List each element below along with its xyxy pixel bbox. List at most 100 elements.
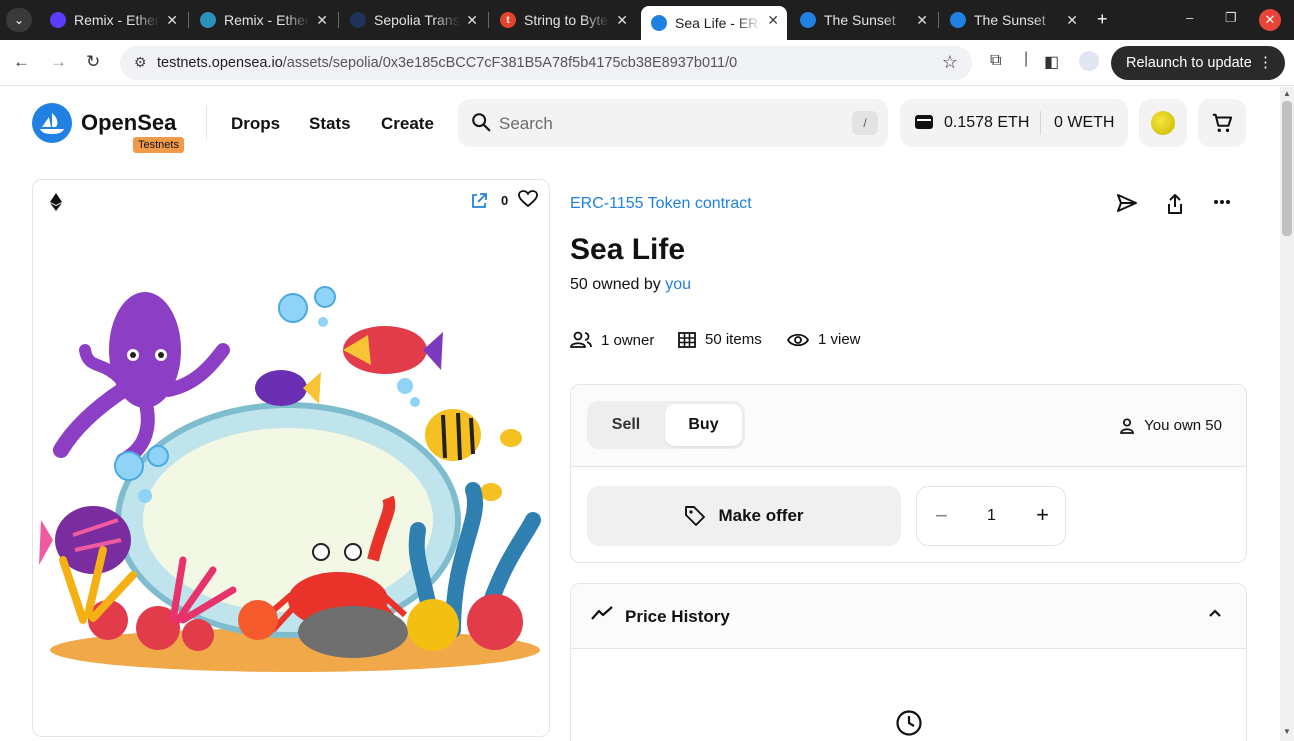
- remix-icon: [200, 12, 216, 28]
- search-input[interactable]: Search /: [458, 99, 888, 147]
- browser-tab[interactable]: Remix - Ethereum IDE ✕: [40, 6, 186, 34]
- wallet-icon: [915, 115, 933, 129]
- forward-icon[interactable]: →: [50, 52, 67, 72]
- url-text[interactable]: testnets.opensea.io/assets/sepolia/0x3e1…: [157, 55, 737, 71]
- weth-balance: 0 WETH: [1054, 114, 1115, 131]
- window-close-icon[interactable]: ✕: [1259, 9, 1281, 31]
- trade-panel-header: Sell Buy You own 50: [571, 385, 1246, 467]
- owners-stat[interactable]: 1 owner: [570, 331, 654, 349]
- back-icon[interactable]: ←: [13, 52, 30, 72]
- increment-button[interactable]: +: [1036, 502, 1049, 528]
- chevron-up-icon[interactable]: [1208, 608, 1222, 618]
- opensea-logo-icon[interactable]: [32, 103, 72, 143]
- ethereum-icon: [50, 193, 62, 211]
- nav-drops[interactable]: Drops: [231, 114, 280, 134]
- tab-separator: [338, 12, 339, 28]
- bookmark-star-icon[interactable]: ☆: [942, 52, 958, 73]
- share-icon[interactable]: [1166, 193, 1184, 215]
- profile-icon[interactable]: [1079, 51, 1099, 71]
- close-tab-icon[interactable]: ✕: [466, 12, 478, 29]
- minimize-icon[interactable]: –: [1186, 10, 1193, 25]
- new-tab-icon[interactable]: +: [1097, 9, 1108, 30]
- close-tab-icon[interactable]: ✕: [1066, 12, 1078, 29]
- avatar: [1151, 111, 1175, 135]
- decrement-button[interactable]: −: [935, 503, 948, 529]
- views-stat: 1 view: [787, 331, 861, 348]
- page-scrollbar[interactable]: ▲ ▼: [1280, 87, 1294, 741]
- header-divider: [206, 106, 207, 140]
- sell-tab[interactable]: Sell: [587, 401, 665, 449]
- wallet-balance-button[interactable]: 0.1578 ETH 0 WETH: [900, 99, 1128, 147]
- owner-link[interactable]: you: [665, 276, 691, 293]
- scroll-thumb[interactable]: [1282, 101, 1292, 236]
- search-shortcut-key: /: [852, 111, 878, 135]
- scroll-down-arrow-icon[interactable]: ▼: [1283, 727, 1291, 736]
- relaunch-button[interactable]: Relaunch to update ⋮: [1111, 46, 1285, 80]
- tab-separator: [188, 12, 189, 28]
- etherscan-icon: [350, 12, 366, 28]
- address-bar[interactable]: ⚙ testnets.opensea.io/assets/sepolia/0x3…: [120, 46, 972, 80]
- browser-tab-active[interactable]: Sea Life - ERC1155 ✕: [641, 6, 787, 40]
- clock-icon: [896, 710, 922, 736]
- close-tab-icon[interactable]: ✕: [166, 12, 178, 29]
- close-tab-icon[interactable]: ✕: [767, 12, 779, 29]
- price-history-panel: Price History: [570, 583, 1247, 741]
- opensea-icon: [651, 15, 667, 31]
- remix-icon: [50, 12, 66, 28]
- close-tab-icon[interactable]: ✕: [316, 12, 328, 29]
- item-title: Sea Life: [570, 233, 686, 266]
- side-panel-icon[interactable]: ◧: [1044, 52, 1059, 72]
- tab-search-button[interactable]: ⌄: [6, 8, 32, 32]
- buy-tab[interactable]: Buy: [665, 404, 742, 446]
- profile-avatar-button[interactable]: [1139, 99, 1187, 147]
- contract-link[interactable]: ERC-1155 Token contract: [570, 195, 752, 213]
- maximize-icon[interactable]: ❐: [1225, 10, 1237, 26]
- quantity-value[interactable]: 1: [987, 507, 996, 525]
- browser-toolbar: ← → ↻ ⚙ testnets.opensea.io/assets/sepol…: [0, 40, 1294, 86]
- nav-stats[interactable]: Stats: [309, 114, 351, 134]
- toolbar-divider: |: [1024, 50, 1029, 67]
- sell-buy-toggle: Sell Buy: [587, 401, 745, 449]
- scroll-up-arrow-icon[interactable]: ▲: [1283, 89, 1291, 98]
- trade-panel: Sell Buy You own 50 Make offer − 1 +: [570, 384, 1247, 563]
- close-tab-icon[interactable]: ✕: [916, 12, 928, 29]
- make-offer-button[interactable]: Make offer: [587, 486, 901, 546]
- heart-icon[interactable]: [518, 190, 538, 208]
- tab-separator: [488, 12, 489, 28]
- send-icon[interactable]: [1116, 193, 1138, 213]
- nav-create[interactable]: Create: [381, 114, 434, 134]
- price-history-header[interactable]: Price History: [571, 584, 1246, 649]
- browser-menu-icon[interactable]: ⋮: [1258, 53, 1273, 71]
- items-stat: 50 items: [678, 331, 762, 348]
- eye-icon: [787, 333, 809, 346]
- extensions-icon[interactable]: ⧉: [990, 52, 1001, 70]
- tab-separator: [938, 12, 939, 28]
- trending-icon: [591, 606, 613, 620]
- t-icon: t: [500, 12, 516, 28]
- testnets-badge: Testnets: [133, 137, 184, 153]
- tab-strip: ⌄ Remix - Ethereum IDE ✕ Remix - Ethereu…: [0, 0, 1294, 40]
- tag-icon: [685, 506, 706, 526]
- browser-tab[interactable]: t String to Bytes ✕: [490, 6, 636, 34]
- external-link-icon[interactable]: [470, 192, 488, 210]
- reload-icon[interactable]: ↻: [86, 52, 100, 72]
- close-tab-icon[interactable]: ✕: [616, 12, 628, 29]
- cart-icon: [1212, 113, 1233, 132]
- search-icon: [472, 113, 491, 132]
- brand-name[interactable]: OpenSea: [81, 110, 176, 136]
- wallet-divider: [1040, 111, 1041, 135]
- opensea-icon: [950, 12, 966, 28]
- price-history-title: Price History: [625, 607, 730, 626]
- browser-tab[interactable]: Remix - Ethereum IDE ✕: [190, 6, 336, 34]
- cart-button[interactable]: [1198, 99, 1246, 147]
- search-placeholder: Search: [499, 114, 553, 133]
- owned-info: 50 owned by you: [570, 276, 691, 293]
- more-options-icon[interactable]: [1213, 199, 1231, 205]
- browser-tab[interactable]: The Sunset ✕: [790, 6, 936, 34]
- nft-artwork[interactable]: [33, 220, 550, 700]
- browser-tab[interactable]: The Sunset ✕: [940, 6, 1086, 34]
- site-settings-icon[interactable]: ⚙: [134, 54, 147, 71]
- ownership-info: You own 50: [1120, 417, 1222, 434]
- nft-image-card: 0: [32, 179, 550, 737]
- browser-tab[interactable]: Sepolia Transaction ✕: [340, 6, 486, 34]
